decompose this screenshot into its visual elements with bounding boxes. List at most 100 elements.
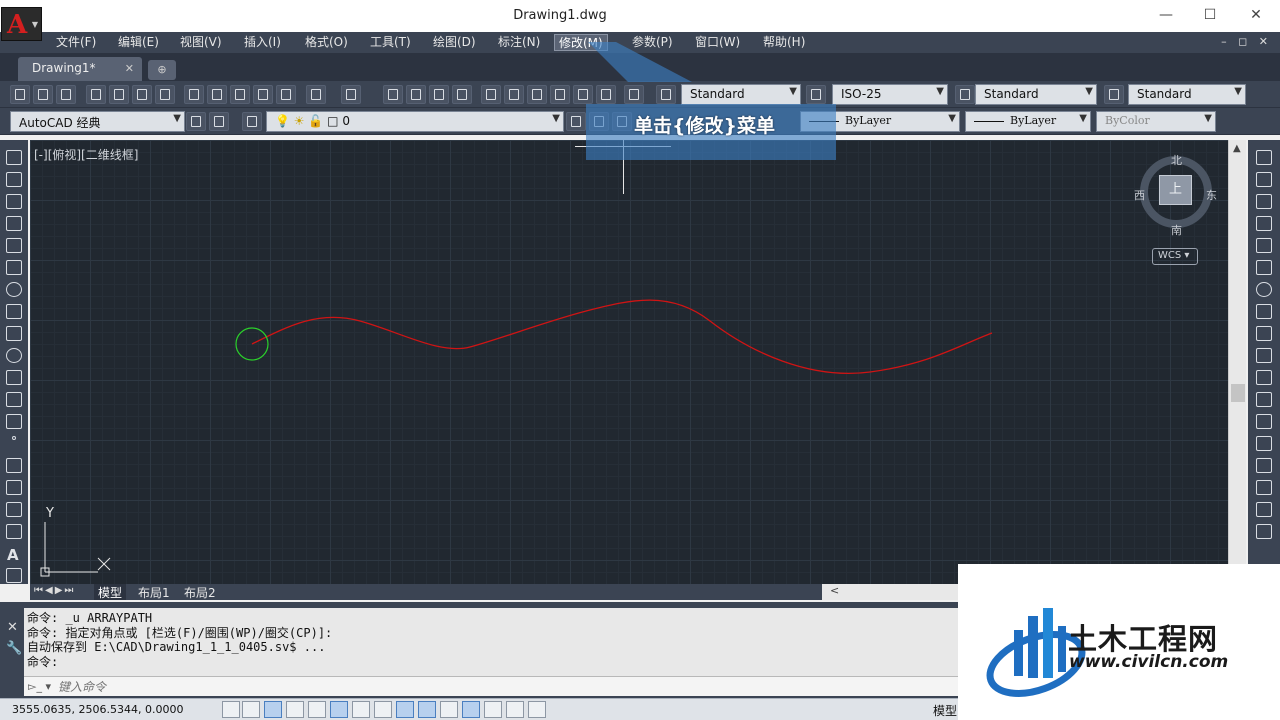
paste-icon[interactable] — [230, 85, 250, 104]
minimize-button[interactable]: — — [1152, 6, 1180, 26]
offset-icon[interactable] — [1256, 216, 1272, 231]
pan-icon[interactable] — [383, 85, 403, 104]
scale-icon[interactable] — [1256, 304, 1272, 319]
copy-icon[interactable] — [207, 85, 227, 104]
region-icon[interactable] — [6, 502, 22, 517]
table-style-icon[interactable] — [955, 85, 975, 104]
join-icon[interactable] — [1256, 436, 1272, 451]
quick-properties-icon[interactable] — [484, 701, 502, 718]
command-window-handle[interactable]: ✕ 🔧 — [3, 606, 23, 676]
break-icon[interactable] — [1256, 414, 1272, 429]
table-icon[interactable] — [6, 524, 22, 539]
plotstyle-select[interactable]: ByColor ▼ — [1096, 111, 1216, 132]
design-center-icon[interactable] — [504, 85, 524, 104]
menu-format[interactable]: 格式(O) — [301, 34, 352, 51]
transparency-icon[interactable] — [462, 701, 480, 718]
explode-icon[interactable] — [1256, 524, 1272, 539]
menu-view[interactable]: 视图(V) — [176, 34, 226, 51]
redo-icon[interactable] — [341, 85, 361, 104]
stretch-icon[interactable] — [1256, 326, 1272, 341]
menu-tools[interactable]: 工具(T) — [366, 34, 415, 51]
open-icon[interactable] — [33, 85, 53, 104]
polyline-icon[interactable] — [6, 194, 22, 209]
grid-display-icon[interactable] — [264, 701, 282, 718]
publish-icon[interactable] — [132, 85, 152, 104]
fillet-icon[interactable] — [1256, 480, 1272, 495]
match-properties-icon[interactable] — [253, 85, 273, 104]
dynamic-input-icon[interactable] — [418, 701, 436, 718]
vertical-scrollbar[interactable]: ▲ ▼ — [1228, 140, 1246, 584]
tab-layout2[interactable]: 布局2 — [180, 584, 220, 600]
make-block-icon[interactable] — [6, 414, 22, 429]
application-menu-button[interactable]: A ▼ — [1, 7, 42, 41]
new-icon[interactable] — [10, 85, 30, 104]
tab-model[interactable]: 模型 — [94, 584, 127, 600]
object-snap-icon[interactable] — [330, 701, 348, 718]
zoom-previous-icon[interactable] — [452, 85, 472, 104]
blend-curves-icon[interactable] — [1256, 502, 1272, 517]
command-input[interactable] — [58, 679, 858, 695]
allow-disallow-ucs-icon[interactable] — [396, 701, 414, 718]
scroll-left-icon[interactable]: < — [830, 584, 839, 597]
viewcube[interactable]: 上 北 南 东 西 WCS ▾ — [1134, 148, 1224, 268]
lineweight-select[interactable]: ByLayer ▼ — [965, 111, 1091, 132]
copy-object-icon[interactable] — [1256, 172, 1272, 187]
multileader-style-select[interactable]: Standard ▼ — [1128, 84, 1246, 105]
layer-properties-icon[interactable] — [242, 112, 262, 131]
insert-block-icon[interactable] — [6, 392, 22, 407]
line-icon[interactable] — [6, 150, 22, 165]
annotation-monitor-icon[interactable] — [528, 701, 546, 718]
menu-help[interactable]: 帮助(H) — [759, 34, 809, 51]
block-editor-icon[interactable] — [276, 85, 296, 104]
compass-north[interactable]: 北 — [1171, 152, 1182, 168]
markup-icon[interactable] — [573, 85, 593, 104]
text-style-select[interactable]: Standard ▼ — [681, 84, 801, 105]
drawing-canvas[interactable]: [-][俯视][二维线框] Y 上 北 南 东 西 WCS ▾ — [30, 140, 1228, 584]
compass-west[interactable]: 西 — [1134, 187, 1145, 203]
menu-window[interactable]: 窗口(W) — [691, 34, 744, 51]
rotate-icon[interactable] — [1256, 282, 1272, 297]
tool-palettes-icon[interactable] — [527, 85, 547, 104]
make-current-layer-icon[interactable] — [566, 112, 586, 131]
3d-object-snap-icon[interactable] — [352, 701, 370, 718]
erase-icon[interactable] — [1256, 150, 1272, 165]
hatch-icon[interactable] — [6, 458, 22, 473]
close-icon[interactable]: ✕ — [7, 620, 23, 635]
close-tab-icon[interactable]: ✕ — [125, 62, 134, 75]
plot-icon[interactable] — [86, 85, 106, 104]
menu-insert[interactable]: 插入(I) — [240, 34, 285, 51]
customize-icon[interactable] — [209, 112, 229, 131]
dimension-style-select[interactable]: ISO-25 ▼ — [832, 84, 948, 105]
revision-cloud-icon[interactable] — [6, 304, 22, 319]
polar-tracking-icon[interactable] — [308, 701, 326, 718]
spline-icon[interactable] — [6, 326, 22, 341]
compass-east[interactable]: 东 — [1206, 187, 1217, 203]
table-style-select[interactable]: Standard ▼ — [975, 84, 1097, 105]
multileader-style-icon[interactable] — [1104, 85, 1124, 104]
ortho-mode-icon[interactable] — [286, 701, 304, 718]
maximize-button[interactable]: ☐ — [1196, 6, 1224, 26]
scroll-up-icon[interactable]: ▲ — [1233, 143, 1241, 154]
mirror-icon[interactable] — [1256, 194, 1272, 209]
circle-icon[interactable] — [6, 282, 22, 297]
wrench-icon[interactable]: 🔧 — [6, 641, 23, 656]
tab-layout1[interactable]: 布局1 — [134, 584, 174, 600]
tab-drawing1[interactable]: Drawing1* ✕ — [18, 57, 142, 81]
selection-cycling-icon[interactable] — [506, 701, 524, 718]
snap-mode-icon[interactable] — [242, 701, 260, 718]
gradient-icon[interactable] — [6, 480, 22, 495]
dimension-style-icon[interactable] — [806, 85, 826, 104]
chamfer-icon[interactable] — [1256, 458, 1272, 473]
ellipse-icon[interactable] — [6, 348, 22, 363]
workspace-select[interactable]: AutoCAD 经典 ▼ — [10, 111, 185, 132]
break-at-point-icon[interactable] — [1256, 392, 1272, 407]
workspace-settings-icon[interactable] — [186, 112, 206, 131]
menu-file[interactable]: 文件(F) — [52, 34, 100, 51]
scroll-thumb[interactable] — [1231, 384, 1245, 402]
close-button[interactable]: ✕ — [1242, 6, 1270, 26]
menu-edit[interactable]: 编辑(E) — [114, 34, 163, 51]
menu-dimension[interactable]: 标注(N) — [494, 34, 544, 51]
new-tab-button[interactable]: ⊕ — [148, 60, 176, 80]
properties-icon[interactable] — [481, 85, 501, 104]
point-icon[interactable] — [12, 436, 16, 440]
